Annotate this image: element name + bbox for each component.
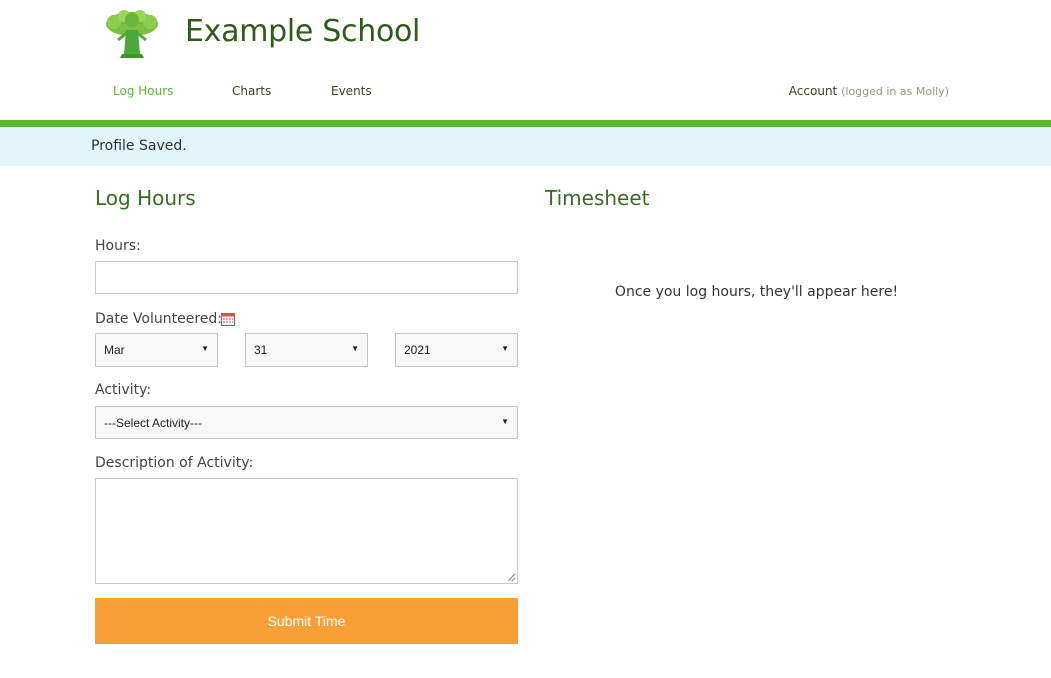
header-divider <box>0 120 1051 127</box>
submit-time-button[interactable]: Submit Time <box>95 598 518 644</box>
nav-events[interactable]: Events <box>331 84 372 98</box>
hours-label: Hours: <box>95 238 141 254</box>
year-select[interactable]: 2021 ▼ <box>395 333 518 367</box>
nav-log-hours[interactable]: Log Hours <box>113 84 173 98</box>
resize-grip-icon[interactable] <box>506 572 516 582</box>
log-hours-title: Log Hours <box>95 186 196 210</box>
day-select[interactable]: 31 ▼ <box>245 333 368 367</box>
timesheet-empty-message: Once you log hours, they'll appear here! <box>614 284 899 300</box>
timesheet-title: Timesheet <box>545 186 650 210</box>
activity-value: ---Select Activity--- <box>104 416 203 430</box>
notice-text: Profile Saved. <box>91 138 187 154</box>
account-menu[interactable]: Account (logged in as Molly) <box>789 84 949 98</box>
date-label: Date Volunteered: <box>95 311 222 327</box>
chevron-down-icon: ▼ <box>201 344 209 353</box>
description-textarea[interactable] <box>95 478 518 584</box>
nav-charts[interactable]: Charts <box>232 84 271 98</box>
hours-input[interactable] <box>95 261 518 294</box>
site-header: Example School Log Hours Charts Events A… <box>0 0 1051 120</box>
chevron-down-icon: ▼ <box>351 344 359 353</box>
tree-logo-icon[interactable] <box>104 10 160 60</box>
month-select[interactable]: Mar ▼ <box>95 333 218 367</box>
chevron-down-icon: ▼ <box>501 344 509 353</box>
activity-label: Activity: <box>95 382 152 398</box>
activity-select[interactable]: ---Select Activity--- ▼ <box>95 406 518 439</box>
year-value: 2021 <box>404 343 431 357</box>
account-link[interactable]: Account <box>789 84 837 98</box>
notice-banner: Profile Saved. <box>0 127 1051 166</box>
description-label: Description of Activity: <box>95 455 254 471</box>
month-value: Mar <box>104 343 125 357</box>
calendar-icon[interactable] <box>221 312 235 326</box>
day-value: 31 <box>254 343 268 357</box>
chevron-down-icon: ▼ <box>501 417 509 426</box>
site-title[interactable]: Example School <box>185 14 420 49</box>
logged-in-note: (logged in as Molly) <box>841 85 949 98</box>
